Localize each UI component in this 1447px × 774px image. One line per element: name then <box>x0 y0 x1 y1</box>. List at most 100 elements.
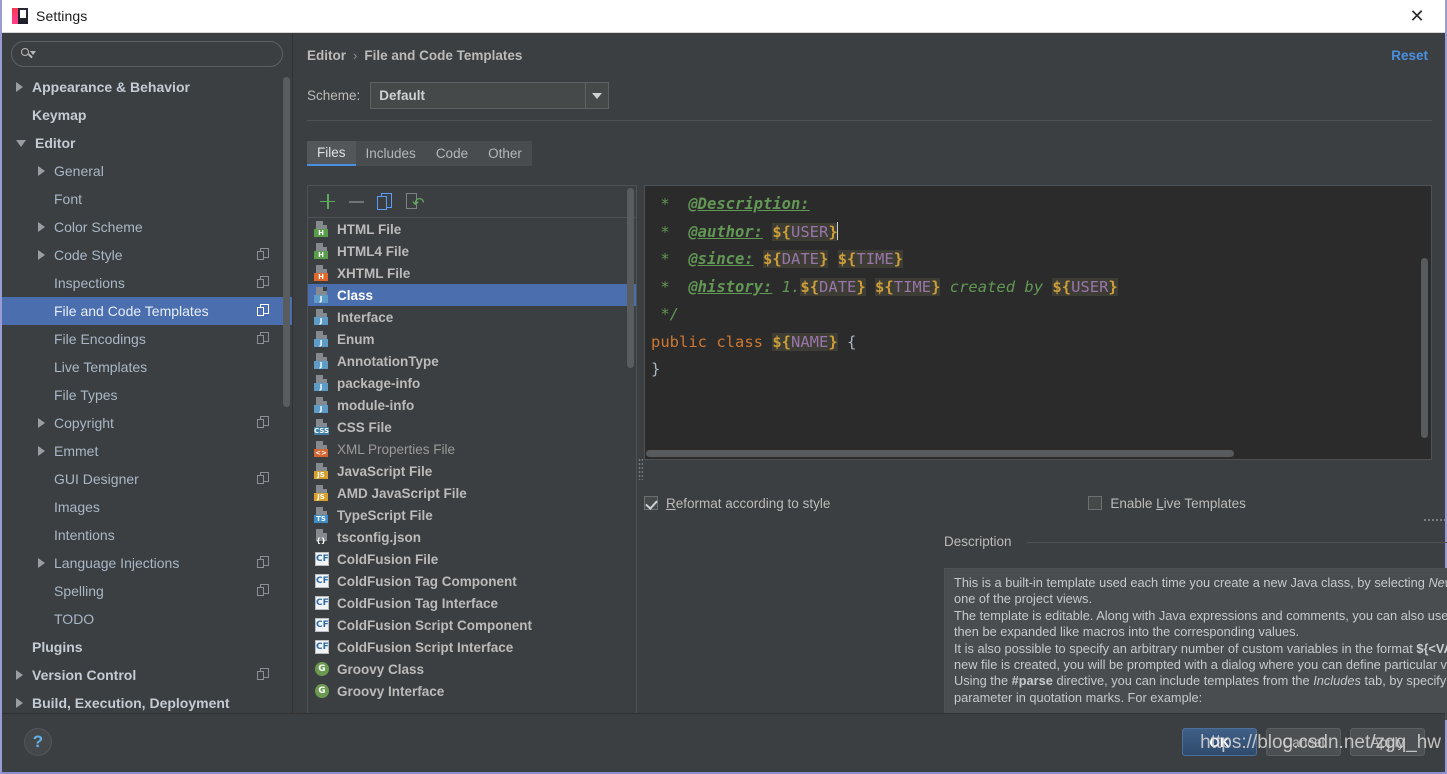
chevron-right-icon[interactable] <box>38 558 45 568</box>
list-item[interactable]: G Groovy Interface <box>308 680 636 702</box>
sidebar-item-general[interactable]: General <box>2 157 292 185</box>
copy-template-icon[interactable] <box>376 192 395 211</box>
remove-template-icon[interactable] <box>347 192 366 211</box>
list-item[interactable]: <> XML Properties File <box>308 438 636 460</box>
reformat-checkbox-box[interactable] <box>644 496 658 510</box>
project-scope-icon <box>257 416 270 429</box>
sidebar-item-intentions[interactable]: Intentions <box>2 521 292 549</box>
reset-template-icon[interactable]: ↶ <box>405 192 425 211</box>
list-item[interactable]: J AnnotationType <box>308 350 636 372</box>
live-templates-checkbox-box[interactable] <box>1088 496 1103 510</box>
search-box[interactable] <box>11 41 283 67</box>
list-item[interactable]: J Interface <box>308 306 636 328</box>
template-list-scrollbar[interactable] <box>627 188 634 368</box>
splitter-handle[interactable] <box>638 458 643 480</box>
list-item[interactable]: CSS CSS File <box>308 416 636 438</box>
dialog-buttons: OK Cancel Apply <box>1182 728 1425 756</box>
cancel-button[interactable]: Cancel <box>1266 728 1341 756</box>
add-template-icon[interactable] <box>318 192 337 211</box>
list-item[interactable]: CF ColdFusion File <box>308 548 636 570</box>
list-item[interactable]: JS JavaScript File <box>308 460 636 482</box>
template-name: Interface <box>337 309 394 325</box>
list-item[interactable]: JS AMD JavaScript File <box>308 482 636 504</box>
tab-includes[interactable]: Includes <box>355 141 426 166</box>
list-item[interactable]: G Groovy Class <box>308 658 636 680</box>
template-code[interactable]: * @Description: * @author: ${USER} * @si… <box>651 191 1413 384</box>
scheme-combobox[interactable]: Default <box>370 82 610 109</box>
sidebar-item-spelling[interactable]: Spelling <box>2 577 292 605</box>
list-item[interactable]: J Enum <box>308 328 636 350</box>
close-icon[interactable]: ✕ <box>1397 0 1437 32</box>
template-name: ColdFusion Tag Component <box>337 573 517 589</box>
resize-grip[interactable] <box>1423 518 1445 522</box>
description-paragraph: Using the #parse directive, you can incl… <box>954 673 1447 705</box>
sidebar-item-font[interactable]: Font <box>2 185 292 213</box>
live-templates-checkbox[interactable]: Enable Live Templates <box>1088 496 1246 511</box>
list-item[interactable]: H HTML4 File <box>308 240 636 262</box>
list-item[interactable]: {} tsconfig.json <box>308 526 636 548</box>
chevron-down-icon[interactable] <box>16 139 26 147</box>
ok-button[interactable]: OK <box>1182 728 1257 756</box>
sidebar-item-color-scheme[interactable]: Color Scheme <box>2 213 292 241</box>
list-item[interactable]: CF ColdFusion Tag Component <box>308 570 636 592</box>
sidebar-item-todo[interactable]: TODO <box>2 605 292 633</box>
settings-dialog: Settings ✕ Appearance & Behavior Keymap Ed… <box>0 0 1447 774</box>
sidebar-item-file-encodings[interactable]: File Encodings <box>2 325 292 353</box>
chevron-right-icon[interactable] <box>38 222 45 232</box>
help-icon[interactable]: ? <box>24 728 52 756</box>
live-templates-checkbox-label: Enable Live Templates <box>1110 495 1246 511</box>
chevron-right-icon[interactable] <box>38 250 45 260</box>
tab-files[interactable]: Files <box>307 141 356 166</box>
apply-button[interactable]: Apply <box>1350 728 1425 756</box>
chevron-right-icon[interactable] <box>38 418 45 428</box>
chevron-right-icon[interactable] <box>38 446 45 456</box>
description-title: Description <box>944 534 1019 549</box>
sidebar-item-images[interactable]: Images <box>2 493 292 521</box>
list-item[interactable]: CF ColdFusion Script Component <box>308 614 636 636</box>
list-item[interactable]: J Class <box>308 284 636 306</box>
list-item[interactable]: CF ColdFusion Tag Interface <box>308 592 636 614</box>
reformat-checkbox-label: Reformat according to style <box>666 495 831 511</box>
sidebar-item-plugins[interactable]: Plugins <box>2 633 292 661</box>
list-item[interactable]: H HTML File <box>308 218 636 240</box>
sidebar-item-file-and-code-templates[interactable]: File and Code Templates <box>2 297 292 325</box>
editor-horizontal-scrollbar[interactable] <box>646 450 1234 457</box>
reformat-checkbox[interactable]: Reformat according to style <box>644 496 830 511</box>
sidebar-item-code-style[interactable]: Code Style <box>2 241 292 269</box>
sidebar-item-language-injections[interactable]: Language Injections <box>2 549 292 577</box>
list-item[interactable]: Jmodule-info <box>308 394 636 416</box>
sidebar-item-keymap[interactable]: Keymap <box>2 101 292 129</box>
sidebar-item-file-types[interactable]: File Types <box>2 381 292 409</box>
sidebar-item-appearance-behavior[interactable]: Appearance & Behavior <box>2 73 292 101</box>
chevron-down-icon[interactable] <box>585 83 608 108</box>
sidebar-item-live-templates[interactable]: Live Templates <box>2 353 292 381</box>
code-line: public class ${NAME} { <box>651 332 857 351</box>
chevron-right-icon[interactable] <box>16 82 23 92</box>
tab-other[interactable]: Other <box>478 141 532 166</box>
template-name: HTML4 File <box>337 243 410 259</box>
template-editor[interactable]: * @Description: * @author: ${USER} * @si… <box>644 185 1432 460</box>
breadcrumb-parent[interactable]: Editor <box>307 48 346 63</box>
sidebar-item-emmet[interactable]: Emmet <box>2 437 292 465</box>
search-input[interactable] <box>38 45 274 63</box>
sidebar-item-copyright[interactable]: Copyright <box>2 409 292 437</box>
chevron-right-icon[interactable] <box>16 670 23 680</box>
sidebar-item-editor[interactable]: Editor <box>2 129 292 157</box>
sidebar-item-gui-designer[interactable]: GUI Designer <box>2 465 292 493</box>
list-item[interactable]: TS TypeScript File <box>308 504 636 526</box>
list-item[interactable]: H XHTML File <box>308 262 636 284</box>
sidebar-scrollbar[interactable] <box>283 77 290 407</box>
sidebar-item-version-control[interactable]: Version Control <box>2 661 292 689</box>
reset-link[interactable]: Reset <box>1391 48 1428 63</box>
sidebar-item-inspections[interactable]: Inspections <box>2 269 292 297</box>
editor-vertical-scrollbar[interactable] <box>1421 258 1428 438</box>
tab-code[interactable]: Code <box>425 141 479 166</box>
chevron-right-icon[interactable] <box>38 166 45 176</box>
chevron-right-icon[interactable] <box>16 698 23 708</box>
list-item[interactable]: Jpackage-info <box>308 372 636 394</box>
code-line: */ <box>651 305 680 323</box>
list-item[interactable]: CF ColdFusion Script Interface <box>308 636 636 658</box>
sidebar-item-label: Copyright <box>54 415 114 431</box>
